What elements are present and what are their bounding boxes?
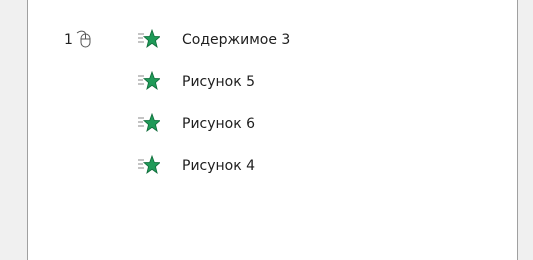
entrance-star-icon <box>138 112 162 135</box>
entrance-star-icon <box>138 70 162 93</box>
mouse-click-icon <box>74 29 94 51</box>
animation-pane-list: 1 Содержимое 3 Рисунок 5 Рисунок 6 Рисун… <box>27 0 518 260</box>
animation-item-label: Рисунок 6 <box>182 116 256 132</box>
entrance-star-icon <box>138 28 162 51</box>
animation-list-item[interactable]: Рисунок 6 <box>28 112 517 137</box>
animation-order-number: 1 <box>64 32 73 48</box>
animation-item-label: Рисунок 4 <box>182 158 256 174</box>
animation-list-item[interactable]: 1 Содержимое 3 <box>28 28 517 53</box>
entrance-star-icon <box>138 154 162 177</box>
animation-list-item[interactable]: Рисунок 4 <box>28 154 517 179</box>
animation-list-item[interactable]: Рисунок 5 <box>28 70 517 95</box>
animation-item-label: Рисунок 5 <box>182 74 256 90</box>
animation-item-label: Содержимое 3 <box>182 32 291 48</box>
